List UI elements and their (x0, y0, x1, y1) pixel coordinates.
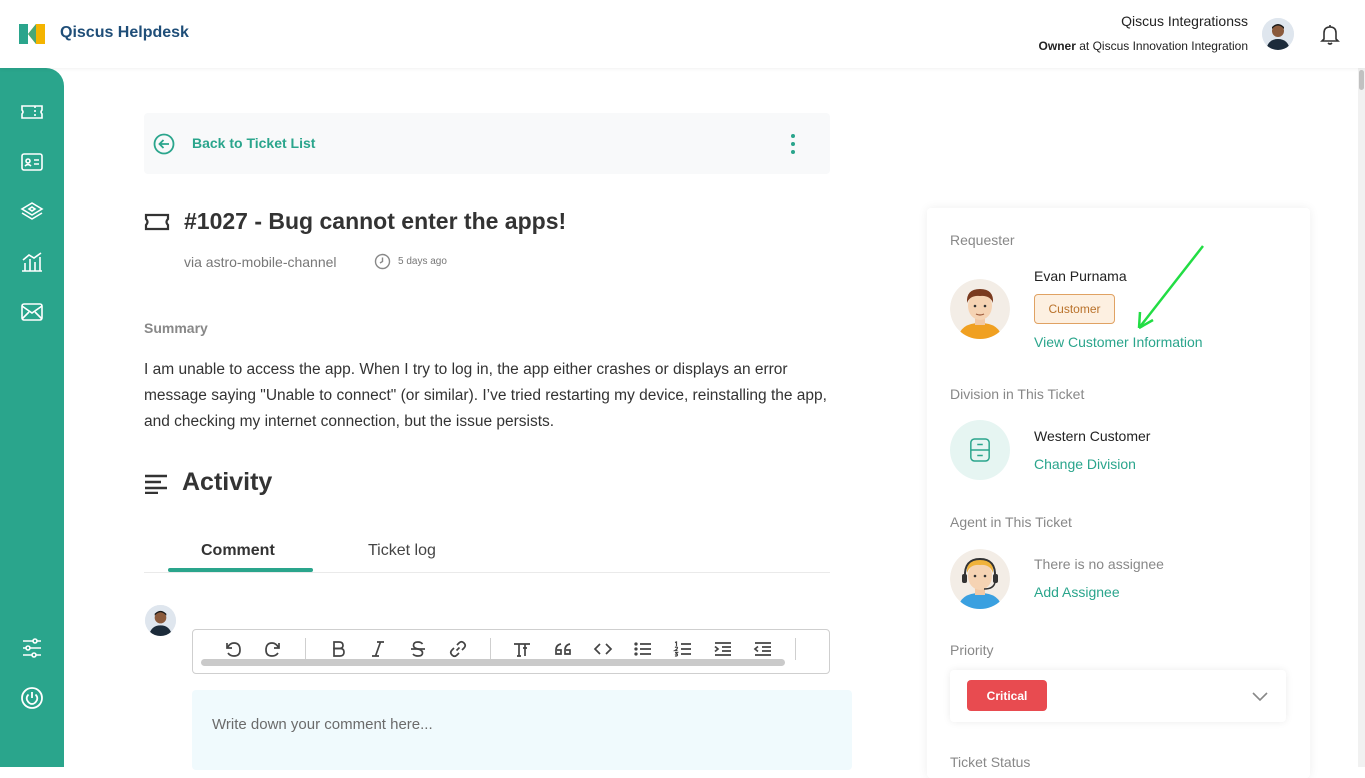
summary-text: I am unable to access the app. When I tr… (144, 361, 827, 430)
ticket-icon (144, 213, 170, 231)
ticket-title: #1027 - Bug cannot enter the apps! (184, 208, 567, 234)
active-tab-indicator (168, 568, 313, 572)
annotation-arrow-icon (1137, 245, 1204, 330)
heading-icon[interactable] (511, 639, 533, 659)
ticket-details-panel: Requester Evan Purnama Customer View Cus… (927, 208, 1310, 778)
mail-nav-icon[interactable] (20, 300, 44, 324)
app-logo-icon (19, 24, 45, 44)
division-name: Western Customer (1034, 428, 1151, 444)
summary-label: Summary (144, 320, 208, 336)
requester-avatar (950, 279, 1010, 339)
bullet-list-icon[interactable] (632, 639, 654, 659)
agent-label: Agent in This Ticket (950, 514, 1072, 530)
indent-icon[interactable] (712, 639, 734, 659)
activity-lines-icon (145, 474, 167, 494)
clock-icon (374, 253, 391, 270)
undo-icon[interactable] (222, 639, 244, 659)
back-bar: Back to Ticket List (144, 113, 830, 174)
comment-author-avatar-icon (145, 605, 176, 636)
comment-placeholder: Write down your comment here... (212, 716, 433, 733)
bold-icon[interactable] (327, 639, 349, 659)
agent-avatar-icon (950, 549, 1010, 609)
sidebar (0, 68, 64, 767)
agent-none-text: There is no assignee (1034, 556, 1164, 572)
contact-card-nav-icon[interactable] (20, 150, 44, 174)
more-options-icon[interactable] (784, 132, 802, 156)
user-avatar[interactable] (1262, 18, 1294, 50)
editor-toolbar (192, 629, 830, 674)
settings-sliders-nav-icon[interactable] (20, 636, 44, 660)
quote-icon[interactable] (552, 639, 574, 659)
brand-name: Qiscus Helpdesk (60, 24, 189, 41)
user-role-org: at Qiscus Innovation Integration (1075, 39, 1248, 53)
page-scrollbar[interactable] (1358, 68, 1365, 767)
redo-icon[interactable] (262, 639, 284, 659)
toolbar-horizontal-scrollbar[interactable] (201, 659, 785, 666)
page-scrollbar-thumb[interactable] (1359, 70, 1364, 90)
outdent-icon[interactable] (752, 639, 774, 659)
user-name: Qiscus Integrationss (1121, 13, 1248, 29)
division-label: Division in This Ticket (950, 386, 1085, 402)
add-assignee-link[interactable]: Add Assignee (1034, 584, 1120, 600)
activity-title: Activity (182, 468, 273, 496)
top-bar: Qiscus Helpdesk Qiscus Integrationss Own… (0, 0, 1365, 68)
numbered-list-icon[interactable] (672, 639, 694, 659)
back-to-ticket-list-link[interactable]: Back to Ticket List (192, 135, 315, 151)
priority-badge: Critical (967, 680, 1047, 711)
analytics-nav-icon[interactable] (20, 250, 44, 274)
toolbar-separator (305, 638, 306, 660)
tab-ticket-log[interactable]: Ticket log (368, 542, 436, 560)
back-arrow-circle-icon[interactable] (153, 133, 175, 155)
user-role: Owner at Qiscus Innovation Integration (1039, 39, 1248, 53)
link-icon[interactable] (447, 639, 469, 659)
ticket-nav-icon[interactable] (20, 100, 44, 124)
code-icon[interactable] (592, 639, 614, 659)
user-avatar-icon (1262, 18, 1294, 50)
power-logout-nav-icon[interactable] (20, 686, 44, 710)
tab-comment[interactable]: Comment (201, 542, 275, 560)
chevron-down-icon (1252, 692, 1268, 702)
agent-avatar (950, 549, 1010, 609)
ticket-time-ago: 5 days ago (398, 256, 447, 267)
requester-name: Evan Purnama (1034, 268, 1127, 284)
italic-icon[interactable] (367, 639, 389, 659)
toolbar-separator (490, 638, 491, 660)
strikethrough-icon[interactable] (407, 639, 429, 659)
comment-input[interactable]: Write down your comment here... (192, 690, 852, 770)
division-icon (970, 438, 990, 462)
priority-label: Priority (950, 642, 994, 658)
change-division-link[interactable]: Change Division (1034, 456, 1136, 472)
activity-tabs: Comment Ticket log (144, 530, 830, 573)
ticket-status-label: Ticket Status (950, 754, 1031, 770)
requester-label: Requester (950, 232, 1015, 248)
customer-badge: Customer (1034, 294, 1115, 324)
requester-avatar-icon (950, 279, 1010, 339)
priority-select[interactable]: Critical (950, 670, 1286, 722)
ticket-channel: via astro-mobile-channel (184, 254, 337, 270)
division-avatar (950, 420, 1010, 480)
toolbar-separator (795, 638, 796, 660)
layers-nav-icon[interactable] (20, 200, 44, 224)
user-role-title: Owner (1038, 39, 1076, 53)
comment-author-avatar (145, 605, 176, 636)
notification-bell-icon[interactable] (1318, 22, 1342, 46)
